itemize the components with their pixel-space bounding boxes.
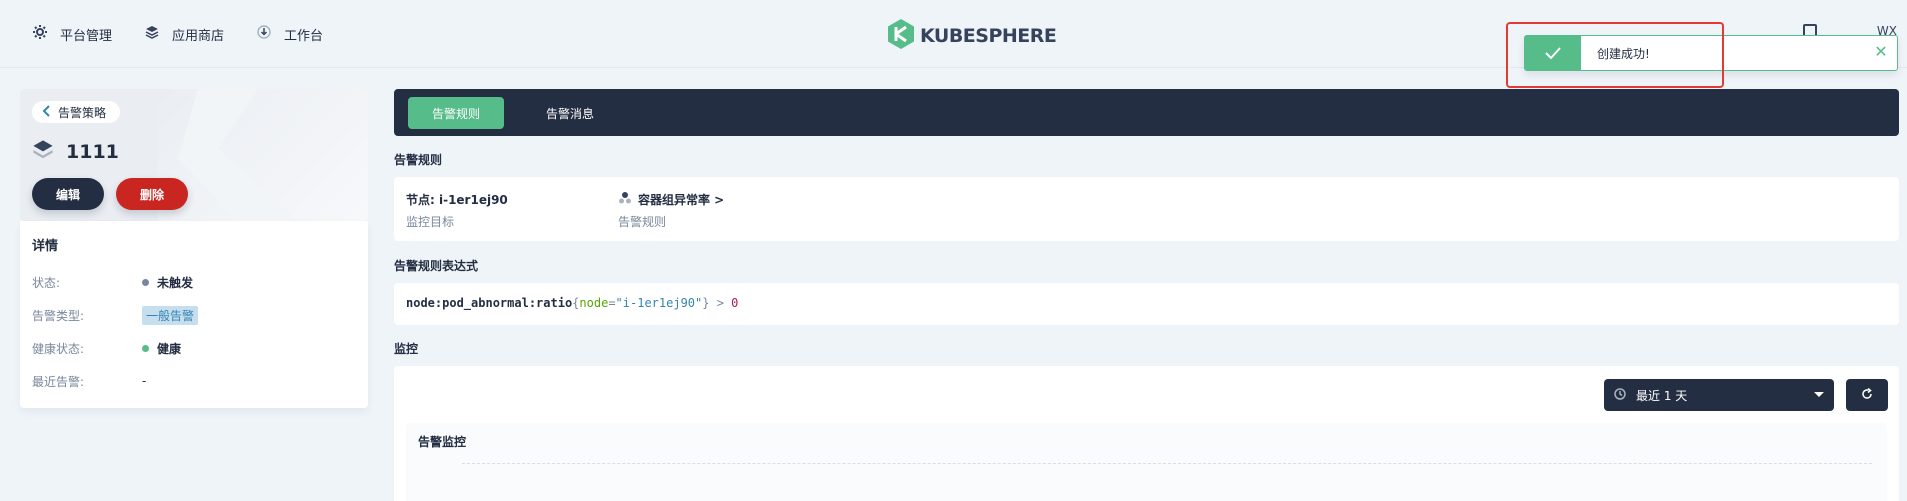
kubesphere-logo[interactable]: KUBESPHERE (888, 19, 1057, 52)
detail-row-health: 健康状态: 健康 (32, 339, 352, 357)
alert-rule: 容器组异常率 > 告警规则 (618, 191, 724, 230)
tab-alert-messages[interactable]: 告警消息 (522, 97, 618, 129)
nav-workbench-label: 工作台 (284, 28, 324, 44)
detail-label: 健康状态: (32, 341, 85, 356)
caret-down-icon (1814, 392, 1824, 397)
nav-app-store[interactable]: 应用商店 (144, 24, 224, 44)
alert-rule-value: 容器组异常率 > (638, 193, 725, 207)
details-card: 详情 状态: 未触发 告警类型: 一般告警 健康状态: 健康 最近告警: - (20, 221, 368, 408)
layers-icon (144, 24, 160, 44)
alert-rule-label: 告警规则 (618, 215, 667, 229)
logo-text: KUBESPHERE (920, 24, 1057, 47)
download-icon (256, 24, 272, 44)
alert-rule-card: 节点: i-1er1ej90 监控目标 容器组异常率 > 告警规则 (394, 177, 1899, 241)
nav-platform-management[interactable]: 平台管理 (32, 24, 112, 44)
refresh-button[interactable] (1846, 379, 1888, 411)
expr-string: "i-1er1ej90" (615, 296, 703, 310)
expression-section-title: 告警规则表达式 (394, 259, 479, 273)
expr-equals: = (608, 296, 616, 310)
detail-label: 状态: (32, 275, 61, 290)
monitor-card: 最近 1 天 告警监控 (394, 366, 1899, 501)
refresh-icon (1861, 387, 1873, 403)
policy-title-row: 1111 (32, 139, 119, 164)
monitor-target: 节点: i-1er1ej90 监控目标 (406, 191, 508, 230)
tab-alert-rules[interactable]: 告警规则 (408, 97, 504, 129)
time-range-select[interactable]: 最近 1 天 (1604, 379, 1834, 411)
detail-value: 健康 (142, 340, 181, 357)
back-to-alert-policies-button[interactable]: 告警策略 (32, 101, 121, 123)
detail-value: 未触发 (142, 274, 193, 291)
detail-label: 最近告警: (32, 374, 85, 389)
nav-app-store-label: 应用商店 (172, 28, 225, 44)
chart-gridline (462, 463, 1872, 464)
detail-row-recent-alert: 最近告警: - (32, 372, 352, 390)
expr-operator: > (709, 296, 732, 310)
status-dot (142, 278, 149, 286)
clock-icon (1614, 387, 1626, 403)
gear-icon (32, 24, 48, 44)
chart-title: 告警监控 (418, 435, 467, 449)
health-dot (142, 344, 149, 352)
layers-icon (32, 139, 54, 164)
delete-button[interactable]: 删除 (116, 178, 188, 210)
alert-monitor-chart: 告警监控 (406, 423, 1887, 501)
expr-key: node (579, 296, 609, 310)
pod-group-icon (618, 191, 632, 208)
close-icon[interactable]: ✕ (1873, 44, 1889, 60)
alert-rules-section-title: 告警规则 (394, 153, 443, 167)
detail-label: 告警类型: (32, 308, 85, 323)
detail-row-status: 状态: 未触发 (32, 273, 352, 291)
alert-type-tag: 一般告警 (142, 305, 199, 325)
time-range-value: 最近 1 天 (1636, 388, 1688, 403)
monitor-target-label: 监控目标 (406, 215, 455, 229)
nav-workbench[interactable]: 工作台 (256, 24, 323, 44)
detail-value: 一般告警 (142, 305, 199, 325)
detail-value: - (142, 374, 147, 388)
policy-header-card: 告警策略 1111 编辑 删除 (20, 89, 368, 221)
monitor-target-value: 节点: i-1er1ej90 (406, 193, 508, 207)
back-label: 告警策略 (58, 105, 107, 120)
tabs-bar: 告警规则 告警消息 (394, 89, 1899, 136)
expr-threshold: 0 (731, 296, 739, 310)
health-text: 健康 (157, 341, 182, 356)
expr-function: node:pod_abnormal:ratio (406, 296, 573, 310)
expression-card: node:pod_abnormal:ratio{node="i-1er1ej90… (394, 283, 1899, 325)
kubesphere-logo-icon (888, 19, 914, 52)
monitor-section-title: 监控 (394, 342, 419, 356)
toast-highlight-box (1506, 22, 1724, 88)
detail-row-alert-type: 告警类型: 一般告警 (32, 305, 352, 325)
details-title: 详情 (32, 239, 59, 254)
header-decoration (158, 89, 368, 221)
nav-platform-management-label: 平台管理 (60, 28, 113, 44)
alert-rule-main: 容器组异常率 > (618, 191, 724, 208)
policy-name: 1111 (66, 140, 119, 163)
edit-button[interactable]: 编辑 (32, 178, 104, 210)
status-text: 未触发 (157, 275, 194, 290)
chevron-left-icon (42, 104, 50, 120)
